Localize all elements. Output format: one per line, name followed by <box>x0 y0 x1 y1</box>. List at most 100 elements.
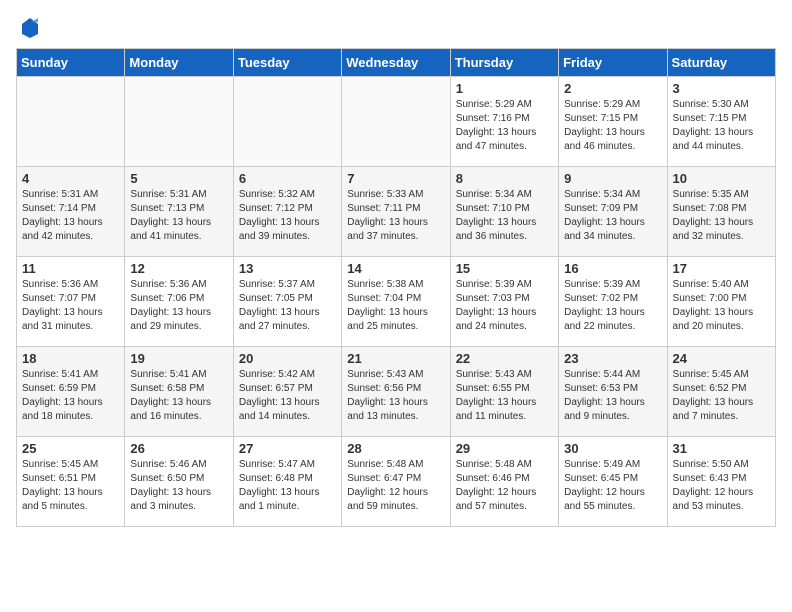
logo-icon <box>18 16 42 40</box>
day-number: 30 <box>564 441 661 456</box>
day-number: 10 <box>673 171 770 186</box>
calendar-week-row: 1 Sunrise: 5:29 AM Sunset: 7:16 PM Daylig… <box>17 77 776 167</box>
day-info: Sunrise: 5:36 AM Sunset: 7:06 PM Dayligh… <box>130 278 227 334</box>
calendar-day-cell: 29 Sunrise: 5:48 AM Sunset: 6:46 PM Dayli… <box>450 437 558 527</box>
day-number: 13 <box>239 261 336 276</box>
day-info: Sunrise: 5:48 AM Sunset: 6:47 PM Dayligh… <box>347 458 444 514</box>
day-number: 18 <box>22 351 119 366</box>
day-info: Sunrise: 5:49 AM Sunset: 6:45 PM Dayligh… <box>564 458 661 514</box>
day-info: Sunrise: 5:50 AM Sunset: 6:43 PM Dayligh… <box>673 458 770 514</box>
day-number: 19 <box>130 351 227 366</box>
calendar-day-cell: 14 Sunrise: 5:38 AM Sunset: 7:04 PM Dayli… <box>342 257 450 347</box>
day-number: 23 <box>564 351 661 366</box>
day-info: Sunrise: 5:45 AM Sunset: 6:51 PM Dayligh… <box>22 458 119 514</box>
day-info: Sunrise: 5:42 AM Sunset: 6:57 PM Dayligh… <box>239 368 336 424</box>
day-info: Sunrise: 5:34 AM Sunset: 7:10 PM Dayligh… <box>456 188 553 244</box>
day-info: Sunrise: 5:29 AM Sunset: 7:16 PM Dayligh… <box>456 98 553 154</box>
day-number: 14 <box>347 261 444 276</box>
day-number: 9 <box>564 171 661 186</box>
weekday-header: Thursday <box>450 49 558 77</box>
calendar-day-cell: 27Sunrise: 5:47 AM Sunset: 6:48 PM Dayli… <box>233 437 341 527</box>
day-info: Sunrise: 5:30 AM Sunset: 7:15 PM Dayligh… <box>673 98 770 154</box>
calendar-day-cell: 25 Sunrise: 5:45 AM Sunset: 6:51 PM Dayli… <box>17 437 125 527</box>
calendar-day-cell: 19 Sunrise: 5:41 AM Sunset: 6:58 PM Dayli… <box>125 347 233 437</box>
calendar-day-cell: 3 Sunrise: 5:30 AM Sunset: 7:15 PM Daylig… <box>667 77 775 167</box>
weekday-header: Sunday <box>17 49 125 77</box>
day-number: 11 <box>22 261 119 276</box>
calendar-day-cell <box>125 77 233 167</box>
day-info: Sunrise: 5:41 AM Sunset: 6:59 PM Dayligh… <box>22 368 119 424</box>
calendar-day-cell: 1 Sunrise: 5:29 AM Sunset: 7:16 PM Daylig… <box>450 77 558 167</box>
calendar-day-cell: 31Sunrise: 5:50 AM Sunset: 6:43 PM Dayli… <box>667 437 775 527</box>
day-number: 4 <box>22 171 119 186</box>
day-number: 3 <box>673 81 770 96</box>
day-number: 2 <box>564 81 661 96</box>
day-info: Sunrise: 5:40 AM Sunset: 7:00 PM Dayligh… <box>673 278 770 334</box>
day-info: Sunrise: 5:34 AM Sunset: 7:09 PM Dayligh… <box>564 188 661 244</box>
calendar-day-cell: 13 Sunrise: 5:37 AM Sunset: 7:05 PM Dayli… <box>233 257 341 347</box>
calendar-day-cell: 9 Sunrise: 5:34 AM Sunset: 7:09 PM Daylig… <box>559 167 667 257</box>
day-number: 28 <box>347 441 444 456</box>
calendar-day-cell <box>342 77 450 167</box>
calendar-day-cell <box>233 77 341 167</box>
day-info: Sunrise: 5:39 AM Sunset: 7:02 PM Dayligh… <box>564 278 661 334</box>
calendar-day-cell: 17 Sunrise: 5:40 AM Sunset: 7:00 PM Dayli… <box>667 257 775 347</box>
calendar-day-cell: 6 Sunrise: 5:32 AM Sunset: 7:12 PM Daylig… <box>233 167 341 257</box>
day-info: Sunrise: 5:35 AM Sunset: 7:08 PM Dayligh… <box>673 188 770 244</box>
calendar-week-row: 18 Sunrise: 5:41 AM Sunset: 6:59 PM Dayli… <box>17 347 776 437</box>
day-info: Sunrise: 5:29 AM Sunset: 7:15 PM Dayligh… <box>564 98 661 154</box>
calendar-day-cell: 28 Sunrise: 5:48 AM Sunset: 6:47 PM Dayli… <box>342 437 450 527</box>
calendar-day-cell: 5Sunrise: 5:31 AM Sunset: 7:13 PM Daylig… <box>125 167 233 257</box>
calendar-day-cell: 15 Sunrise: 5:39 AM Sunset: 7:03 PM Dayli… <box>450 257 558 347</box>
calendar-day-cell: 23 Sunrise: 5:44 AM Sunset: 6:53 PM Dayli… <box>559 347 667 437</box>
calendar-week-row: 11 Sunrise: 5:36 AM Sunset: 7:07 PM Dayli… <box>17 257 776 347</box>
calendar-day-cell: 10 Sunrise: 5:35 AM Sunset: 7:08 PM Dayli… <box>667 167 775 257</box>
day-number: 6 <box>239 171 336 186</box>
day-number: 29 <box>456 441 553 456</box>
day-info: Sunrise: 5:41 AM Sunset: 6:58 PM Dayligh… <box>130 368 227 424</box>
calendar-day-cell: 18 Sunrise: 5:41 AM Sunset: 6:59 PM Dayli… <box>17 347 125 437</box>
logo <box>16 16 42 40</box>
day-number: 25 <box>22 441 119 456</box>
day-info: Sunrise: 5:31 AM Sunset: 7:13 PM Dayligh… <box>130 188 227 244</box>
calendar-day-cell: 30 Sunrise: 5:49 AM Sunset: 6:45 PM Dayli… <box>559 437 667 527</box>
day-number: 26 <box>130 441 227 456</box>
day-info: Sunrise: 5:32 AM Sunset: 7:12 PM Dayligh… <box>239 188 336 244</box>
calendar-day-cell: 24 Sunrise: 5:45 AM Sunset: 6:52 PM Dayli… <box>667 347 775 437</box>
day-info: Sunrise: 5:36 AM Sunset: 7:07 PM Dayligh… <box>22 278 119 334</box>
calendar-day-cell: 22 Sunrise: 5:43 AM Sunset: 6:55 PM Dayli… <box>450 347 558 437</box>
day-info: Sunrise: 5:44 AM Sunset: 6:53 PM Dayligh… <box>564 368 661 424</box>
calendar-week-row: 25 Sunrise: 5:45 AM Sunset: 6:51 PM Dayli… <box>17 437 776 527</box>
day-info: Sunrise: 5:38 AM Sunset: 7:04 PM Dayligh… <box>347 278 444 334</box>
day-info: Sunrise: 5:39 AM Sunset: 7:03 PM Dayligh… <box>456 278 553 334</box>
day-number: 17 <box>673 261 770 276</box>
weekday-header: Tuesday <box>233 49 341 77</box>
calendar-day-cell: 7Sunrise: 5:33 AM Sunset: 7:11 PM Daylig… <box>342 167 450 257</box>
day-info: Sunrise: 5:43 AM Sunset: 6:56 PM Dayligh… <box>347 368 444 424</box>
weekday-header: Friday <box>559 49 667 77</box>
day-info: Sunrise: 5:45 AM Sunset: 6:52 PM Dayligh… <box>673 368 770 424</box>
day-number: 22 <box>456 351 553 366</box>
day-number: 8 <box>456 171 553 186</box>
weekday-header: Saturday <box>667 49 775 77</box>
day-number: 20 <box>239 351 336 366</box>
calendar-day-cell: 16Sunrise: 5:39 AM Sunset: 7:02 PM Dayli… <box>559 257 667 347</box>
calendar-day-cell: 26 Sunrise: 5:46 AM Sunset: 6:50 PM Dayli… <box>125 437 233 527</box>
calendar-day-cell <box>17 77 125 167</box>
day-number: 7 <box>347 171 444 186</box>
day-info: Sunrise: 5:37 AM Sunset: 7:05 PM Dayligh… <box>239 278 336 334</box>
calendar-day-cell: 21Sunrise: 5:43 AM Sunset: 6:56 PM Dayli… <box>342 347 450 437</box>
day-number: 15 <box>456 261 553 276</box>
calendar-table: SundayMondayTuesdayWednesdayThursdayFrid… <box>16 48 776 527</box>
day-info: Sunrise: 5:48 AM Sunset: 6:46 PM Dayligh… <box>456 458 553 514</box>
calendar-day-cell: 12 Sunrise: 5:36 AM Sunset: 7:06 PM Dayli… <box>125 257 233 347</box>
day-number: 1 <box>456 81 553 96</box>
day-info: Sunrise: 5:46 AM Sunset: 6:50 PM Dayligh… <box>130 458 227 514</box>
calendar-day-cell: 11 Sunrise: 5:36 AM Sunset: 7:07 PM Dayli… <box>17 257 125 347</box>
calendar-day-cell: 8 Sunrise: 5:34 AM Sunset: 7:10 PM Daylig… <box>450 167 558 257</box>
weekday-header: Wednesday <box>342 49 450 77</box>
day-number: 12 <box>130 261 227 276</box>
calendar-week-row: 4Sunrise: 5:31 AM Sunset: 7:14 PM Daylig… <box>17 167 776 257</box>
day-info: Sunrise: 5:43 AM Sunset: 6:55 PM Dayligh… <box>456 368 553 424</box>
day-number: 24 <box>673 351 770 366</box>
